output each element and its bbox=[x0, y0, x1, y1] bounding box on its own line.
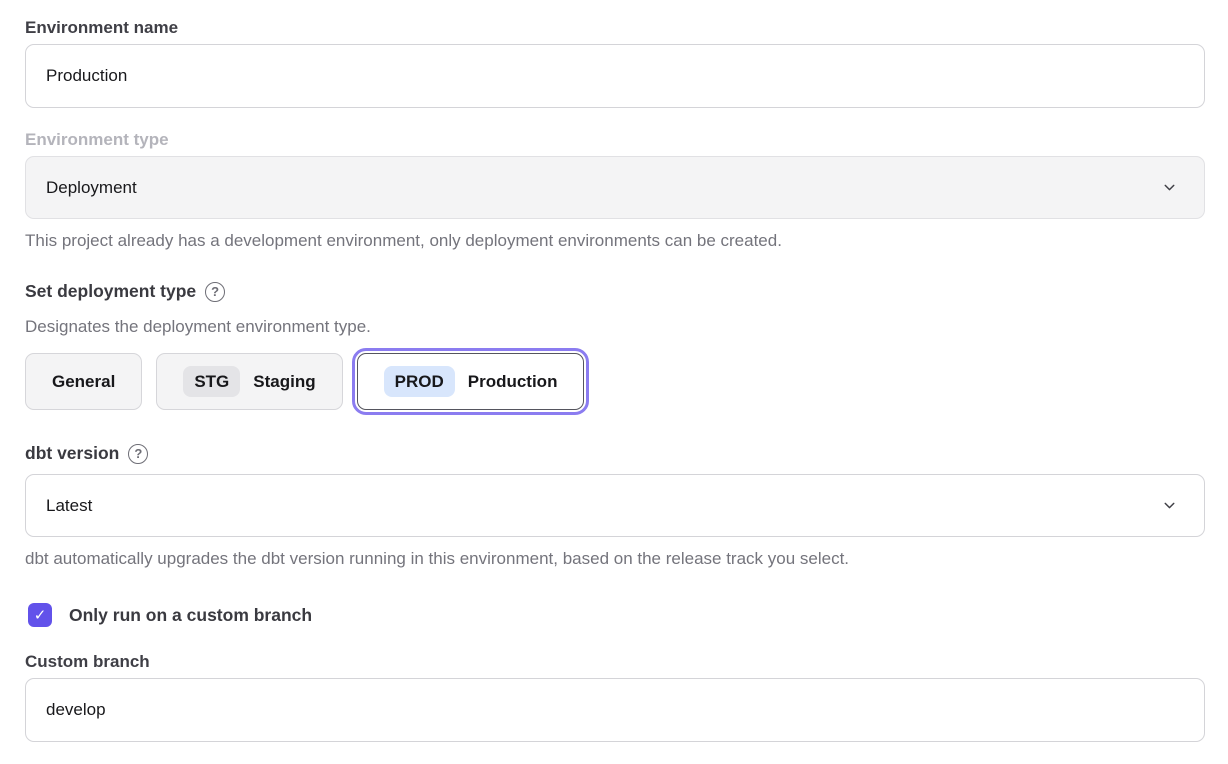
custom-branch-label: Custom branch bbox=[25, 652, 1205, 672]
environment-name-label: Environment name bbox=[25, 18, 1205, 38]
dbt-version-select[interactable]: Latest bbox=[25, 474, 1205, 537]
environment-type-helper-text: This project already has a development e… bbox=[25, 231, 1205, 251]
dbt-version-value: Latest bbox=[46, 496, 92, 516]
deployment-type-general-label: General bbox=[52, 372, 115, 392]
environment-type-label: Environment type bbox=[25, 130, 1205, 150]
environment-settings-form: Environment name Environment type Deploy… bbox=[25, 18, 1205, 742]
chevron-down-icon bbox=[1161, 179, 1178, 196]
deployment-type-heading: Set deployment type bbox=[25, 281, 196, 302]
staging-badge: STG bbox=[183, 366, 240, 397]
dbt-version-helper-text: dbt automatically upgrades the dbt versi… bbox=[25, 549, 1205, 569]
custom-branch-checkbox-label: Only run on a custom branch bbox=[69, 605, 312, 626]
help-icon[interactable]: ? bbox=[205, 282, 225, 302]
help-icon[interactable]: ? bbox=[128, 444, 148, 464]
environment-type-value: Deployment bbox=[46, 178, 137, 198]
custom-branch-checkbox[interactable]: ✓ bbox=[28, 603, 52, 627]
deployment-type-general-button[interactable]: General bbox=[25, 353, 142, 410]
custom-branch-input[interactable] bbox=[25, 678, 1205, 742]
deployment-type-production-label: Production bbox=[468, 372, 558, 392]
deployment-type-staging-button[interactable]: STG Staging bbox=[156, 353, 342, 410]
deployment-type-production-button[interactable]: PROD Production bbox=[357, 353, 585, 410]
deployment-type-description: Designates the deployment environment ty… bbox=[25, 317, 1205, 337]
deployment-type-staging-label: Staging bbox=[253, 372, 315, 392]
environment-name-input[interactable] bbox=[25, 44, 1205, 108]
environment-type-select: Deployment bbox=[25, 156, 1205, 219]
chevron-down-icon bbox=[1161, 497, 1178, 514]
production-badge: PROD bbox=[384, 366, 455, 397]
deployment-type-options: General STG Staging PROD Production bbox=[25, 350, 1205, 413]
dbt-version-heading: dbt version bbox=[25, 443, 119, 464]
check-icon: ✓ bbox=[34, 606, 47, 624]
